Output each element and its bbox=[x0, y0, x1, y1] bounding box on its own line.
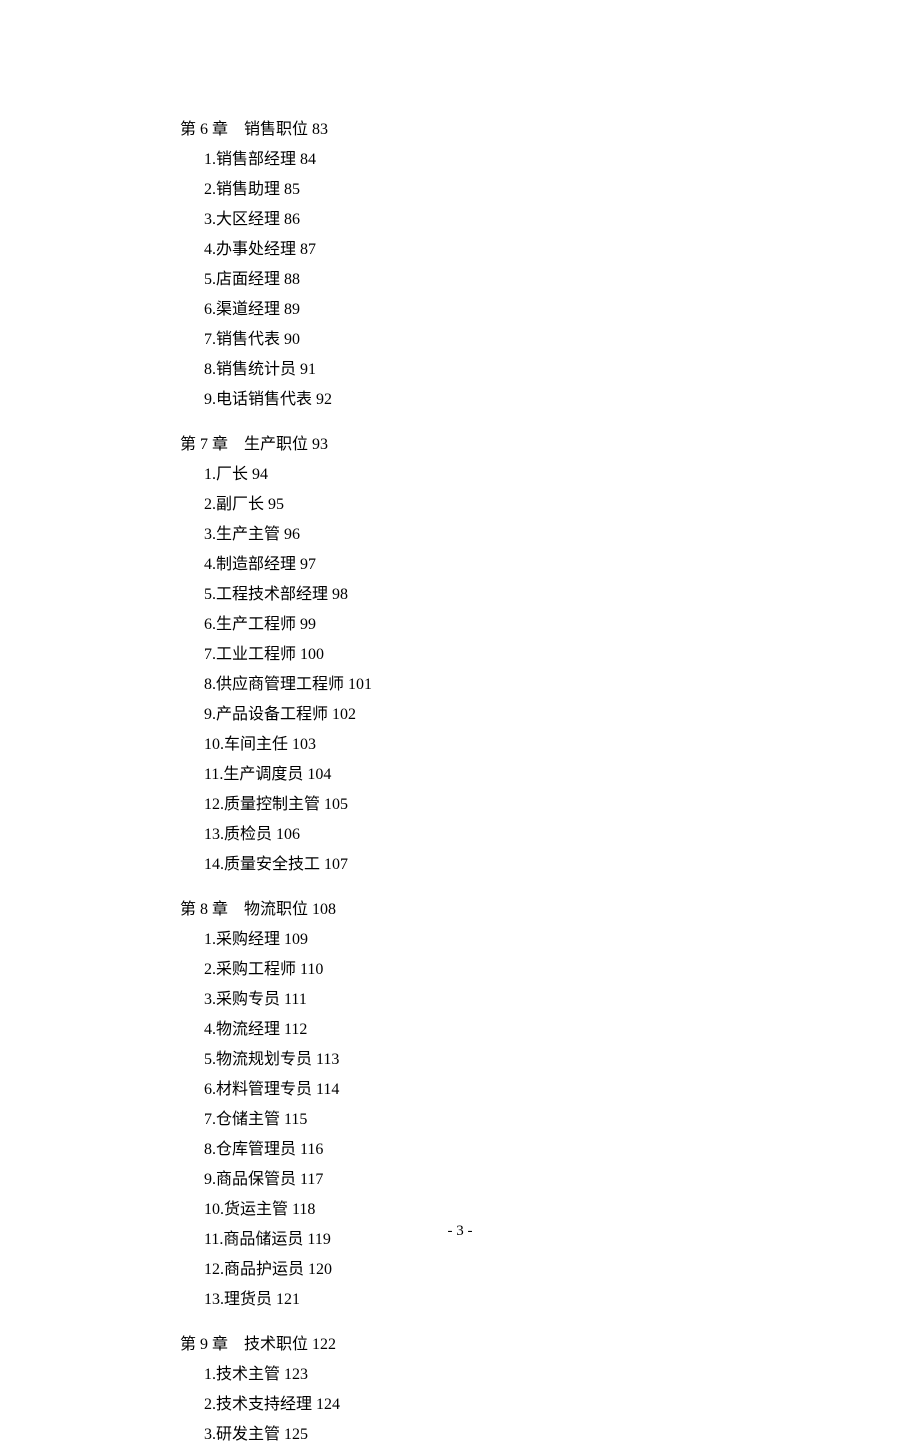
toc-item: 2.副厂长 95 bbox=[204, 490, 920, 520]
page-number: - 3 - bbox=[0, 1223, 920, 1240]
toc-item: 2.销售助理 85 bbox=[204, 175, 920, 205]
toc-item: 5.工程技术部经理 98 bbox=[204, 580, 920, 610]
chapter-items: 1.销售部经理 84 2.销售助理 85 3.大区经理 86 4.办事处经理 8… bbox=[180, 145, 920, 415]
toc-item: 6.渠道经理 89 bbox=[204, 295, 920, 325]
toc-item: 12.商品护运员 120 bbox=[204, 1255, 920, 1285]
toc-item: 4.物流经理 112 bbox=[204, 1015, 920, 1045]
chapter-8: 第 8 章 物流职位 108 1.采购经理 109 2.采购工程师 110 3.… bbox=[180, 895, 920, 1315]
toc-item: 9.产品设备工程师 102 bbox=[204, 700, 920, 730]
toc-item: 13.质检员 106 bbox=[204, 820, 920, 850]
toc-item: 10.车间主任 103 bbox=[204, 730, 920, 760]
toc-item: 8.销售统计员 91 bbox=[204, 355, 920, 385]
toc-item: 4.制造部经理 97 bbox=[204, 550, 920, 580]
toc-item: 1.厂长 94 bbox=[204, 460, 920, 490]
chapter-items: 1.采购经理 109 2.采购工程师 110 3.采购专员 111 4.物流经理… bbox=[180, 925, 920, 1315]
toc-item: 8.仓库管理员 116 bbox=[204, 1135, 920, 1165]
toc-item: 6.生产工程师 99 bbox=[204, 610, 920, 640]
toc-item: 1.技术主管 123 bbox=[204, 1360, 920, 1390]
chapter-title: 第 6 章 销售职位 83 bbox=[180, 115, 920, 145]
toc-item: 11.生产调度员 104 bbox=[204, 760, 920, 790]
chapter-6: 第 6 章 销售职位 83 1.销售部经理 84 2.销售助理 85 3.大区经… bbox=[180, 115, 920, 415]
chapter-items: 1.厂长 94 2.副厂长 95 3.生产主管 96 4.制造部经理 97 5.… bbox=[180, 460, 920, 880]
toc-item: 7.销售代表 90 bbox=[204, 325, 920, 355]
chapter-7: 第 7 章 生产职位 93 1.厂长 94 2.副厂长 95 3.生产主管 96… bbox=[180, 430, 920, 880]
toc-item: 3.生产主管 96 bbox=[204, 520, 920, 550]
toc-item: 3.研发主管 125 bbox=[204, 1420, 920, 1450]
toc-item: 9.商品保管员 117 bbox=[204, 1165, 920, 1195]
toc-item: 9.电话销售代表 92 bbox=[204, 385, 920, 415]
chapter-title: 第 9 章 技术职位 122 bbox=[180, 1330, 920, 1360]
toc-item: 7.仓储主管 115 bbox=[204, 1105, 920, 1135]
toc-item: 2.技术支持经理 124 bbox=[204, 1390, 920, 1420]
chapter-title: 第 7 章 生产职位 93 bbox=[180, 430, 920, 460]
toc-item: 3.大区经理 86 bbox=[204, 205, 920, 235]
toc-item: 1.销售部经理 84 bbox=[204, 145, 920, 175]
toc-item: 3.采购专员 111 bbox=[204, 985, 920, 1015]
chapter-items: 1.技术主管 123 2.技术支持经理 124 3.研发主管 125 bbox=[180, 1360, 920, 1450]
toc-item: 1.采购经理 109 bbox=[204, 925, 920, 955]
toc-item: 5.物流规划专员 113 bbox=[204, 1045, 920, 1075]
toc-item: 7.工业工程师 100 bbox=[204, 640, 920, 670]
toc-item: 5.店面经理 88 bbox=[204, 265, 920, 295]
toc-item: 6.材料管理专员 114 bbox=[204, 1075, 920, 1105]
toc-item: 10.货运主管 118 bbox=[204, 1195, 920, 1225]
toc-item: 4.办事处经理 87 bbox=[204, 235, 920, 265]
toc-item: 12.质量控制主管 105 bbox=[204, 790, 920, 820]
toc-item: 13.理货员 121 bbox=[204, 1285, 920, 1315]
toc-item: 14.质量安全技工 107 bbox=[204, 850, 920, 880]
toc-item: 2.采购工程师 110 bbox=[204, 955, 920, 985]
chapter-title: 第 8 章 物流职位 108 bbox=[180, 895, 920, 925]
chapter-9: 第 9 章 技术职位 122 1.技术主管 123 2.技术支持经理 124 3… bbox=[180, 1330, 920, 1450]
toc-item: 8.供应商管理工程师 101 bbox=[204, 670, 920, 700]
